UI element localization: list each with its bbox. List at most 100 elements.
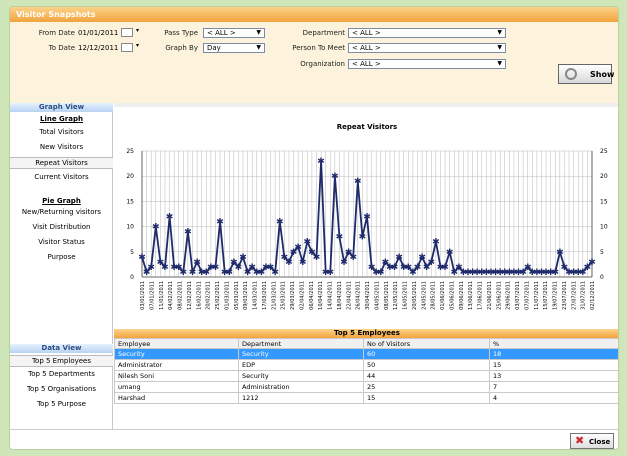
- x-tick-label: 06/04/2011: [309, 281, 315, 310]
- nav-total-visitors[interactable]: Total Visitors: [10, 128, 113, 136]
- x-tick-label: 18/04/2011: [337, 281, 343, 310]
- table-cell: 4: [489, 392, 618, 404]
- from-date-field[interactable]: 01/01/2011: [78, 29, 118, 37]
- table-cell: 13: [489, 370, 618, 382]
- nav-top5-purpose[interactable]: Top 5 Purpose: [10, 400, 113, 408]
- table-row[interactable]: Administrator EDP 50 15: [114, 359, 618, 371]
- nav-current-visitors[interactable]: Current Visitors: [10, 173, 113, 181]
- close-icon: ✖: [575, 434, 585, 447]
- data-point-marker: ✱: [377, 268, 385, 278]
- x-tick-label: 28/05/2011: [431, 281, 437, 310]
- table-cell: 15: [363, 392, 490, 404]
- line-graph-heading[interactable]: Line Graph: [10, 115, 113, 123]
- y-tick-label-right: 5: [600, 249, 604, 256]
- data-point-marker: ✱: [299, 258, 307, 268]
- x-tick-label: 17/06/2011: [478, 281, 484, 310]
- to-date-calendar-icon[interactable]: [121, 42, 139, 52]
- nav-purpose[interactable]: Purpose: [10, 253, 113, 261]
- x-tick-label: 04/02/2011: [168, 281, 174, 310]
- data-point-marker: ✱: [180, 268, 188, 278]
- y-tick-label-left: 15: [126, 198, 134, 205]
- pass-type-label: Pass Type: [164, 29, 198, 37]
- close-button[interactable]: ✖ Close: [570, 433, 614, 449]
- graph-by-label: Graph By: [165, 44, 198, 52]
- data-point-marker: ✱: [588, 258, 596, 268]
- nav-repeat-visitors[interactable]: Repeat Visitors: [10, 157, 113, 169]
- table-cell: Security: [238, 348, 364, 360]
- top5-grid: Employee Department No of Visitors % Sec…: [114, 338, 618, 404]
- data-point-marker: ✱: [147, 263, 155, 273]
- grid-title: Top 5 Employees: [114, 329, 618, 338]
- table-cell: 15: [489, 359, 618, 371]
- organization-select[interactable]: < ALL > ▼: [348, 59, 506, 69]
- x-tick-label: 02/04/2011: [299, 281, 305, 310]
- nav-visitor-status[interactable]: Visitor Status: [10, 238, 113, 246]
- department-select[interactable]: < ALL > ▼: [348, 28, 506, 38]
- data-point-marker: ✱: [285, 258, 293, 268]
- y-tick-label-right: 0: [600, 274, 604, 281]
- x-tick-label: 08/05/2011: [384, 281, 390, 310]
- x-tick-label: 19/07/2011: [553, 281, 559, 310]
- x-tick-label: 20/02/2011: [206, 281, 212, 310]
- dropdown-arrow-icon: ▼: [256, 44, 261, 51]
- x-tick-label: 11/07/2011: [534, 281, 540, 310]
- col-department[interactable]: Department: [238, 338, 364, 349]
- data-point-marker: ✱: [239, 253, 247, 263]
- col-employee[interactable]: Employee: [114, 338, 239, 349]
- nav-visit-distribution[interactable]: Visit Distribution: [10, 223, 113, 231]
- x-tick-label: 22/04/2011: [346, 281, 352, 310]
- data-point-marker: ✱: [446, 248, 454, 258]
- x-tick-label: 11/01/2011: [159, 281, 165, 310]
- nav-top5-employees[interactable]: Top 5 Employees: [10, 355, 113, 367]
- col-no-of-visitors[interactable]: No of Visitors: [363, 338, 490, 349]
- x-tick-label: 02/12/2011: [590, 281, 596, 310]
- data-point-marker: ✱: [138, 253, 146, 263]
- data-point-marker: ✱: [216, 218, 224, 228]
- person-to-meet-select[interactable]: < ALL > ▼: [348, 43, 506, 53]
- dropdown-arrow-icon: ▼: [256, 29, 261, 36]
- table-row[interactable]: umang Administration 25 7: [114, 381, 618, 393]
- dropdown-arrow-icon: ▼: [497, 29, 502, 36]
- nav-new-returning[interactable]: New/Returning visitors: [10, 208, 113, 216]
- x-tick-label: 25/03/2011: [281, 281, 287, 310]
- data-point-marker: ✱: [276, 218, 284, 228]
- x-tick-label: 10/04/2011: [318, 281, 324, 310]
- table-row[interactable]: Nilesh Soni Security 44 13: [114, 370, 618, 382]
- pie-graph-heading[interactable]: Pie Graph: [10, 197, 113, 205]
- graph-by-select[interactable]: Day ▼: [203, 43, 265, 53]
- data-point-marker: ✱: [235, 263, 243, 273]
- table-cell: Administrator: [114, 359, 239, 371]
- x-tick-label: 20/05/2011: [412, 281, 418, 310]
- x-tick-label: 24/05/2011: [421, 281, 427, 310]
- data-point-marker: ✱: [304, 238, 312, 248]
- x-tick-label: 14/04/2011: [328, 281, 334, 310]
- col-percent[interactable]: %: [489, 338, 618, 349]
- nav-top5-organisations[interactable]: Top 5 Organisations: [10, 385, 113, 393]
- data-point-marker: ✱: [294, 243, 302, 253]
- table-cell: Security: [238, 370, 364, 382]
- data-point-marker: ✱: [317, 157, 325, 167]
- to-date-field[interactable]: 12/12/2011: [78, 44, 118, 52]
- data-point-marker: ✱: [556, 248, 564, 258]
- from-date-calendar-icon[interactable]: [121, 27, 139, 37]
- data-point-marker: ✱: [326, 268, 334, 278]
- show-button[interactable]: Show: [558, 64, 614, 84]
- y-tick-label-right: 20: [600, 173, 608, 180]
- table-row[interactable]: Security Security 60 18: [114, 348, 618, 360]
- x-tick-label: 05/03/2011: [234, 281, 240, 310]
- pass-type-select[interactable]: < ALL > ▼: [203, 28, 265, 38]
- x-tick-label: 31/07/2011: [581, 281, 587, 310]
- table-cell: 25: [363, 381, 490, 393]
- nav-top5-departments[interactable]: Top 5 Departments: [10, 370, 113, 378]
- data-point-marker: ✱: [340, 258, 348, 268]
- x-tick-label: 03/01/2011: [140, 281, 146, 310]
- table-row[interactable]: Harshad 1212 15 4: [114, 392, 618, 404]
- person-to-meet-label: Person To Meet: [292, 44, 345, 52]
- data-point-marker: ✱: [331, 172, 339, 182]
- x-tick-label: 26/04/2011: [356, 281, 362, 310]
- filter-panel: From Date 01/01/2011 To Date 12/12/2011 …: [10, 22, 618, 103]
- nav-new-visitors[interactable]: New Visitors: [10, 143, 113, 151]
- data-point-marker: ✱: [395, 253, 403, 263]
- x-tick-label: 01/06/2011: [440, 281, 446, 310]
- x-tick-label: 25/06/2011: [496, 281, 502, 310]
